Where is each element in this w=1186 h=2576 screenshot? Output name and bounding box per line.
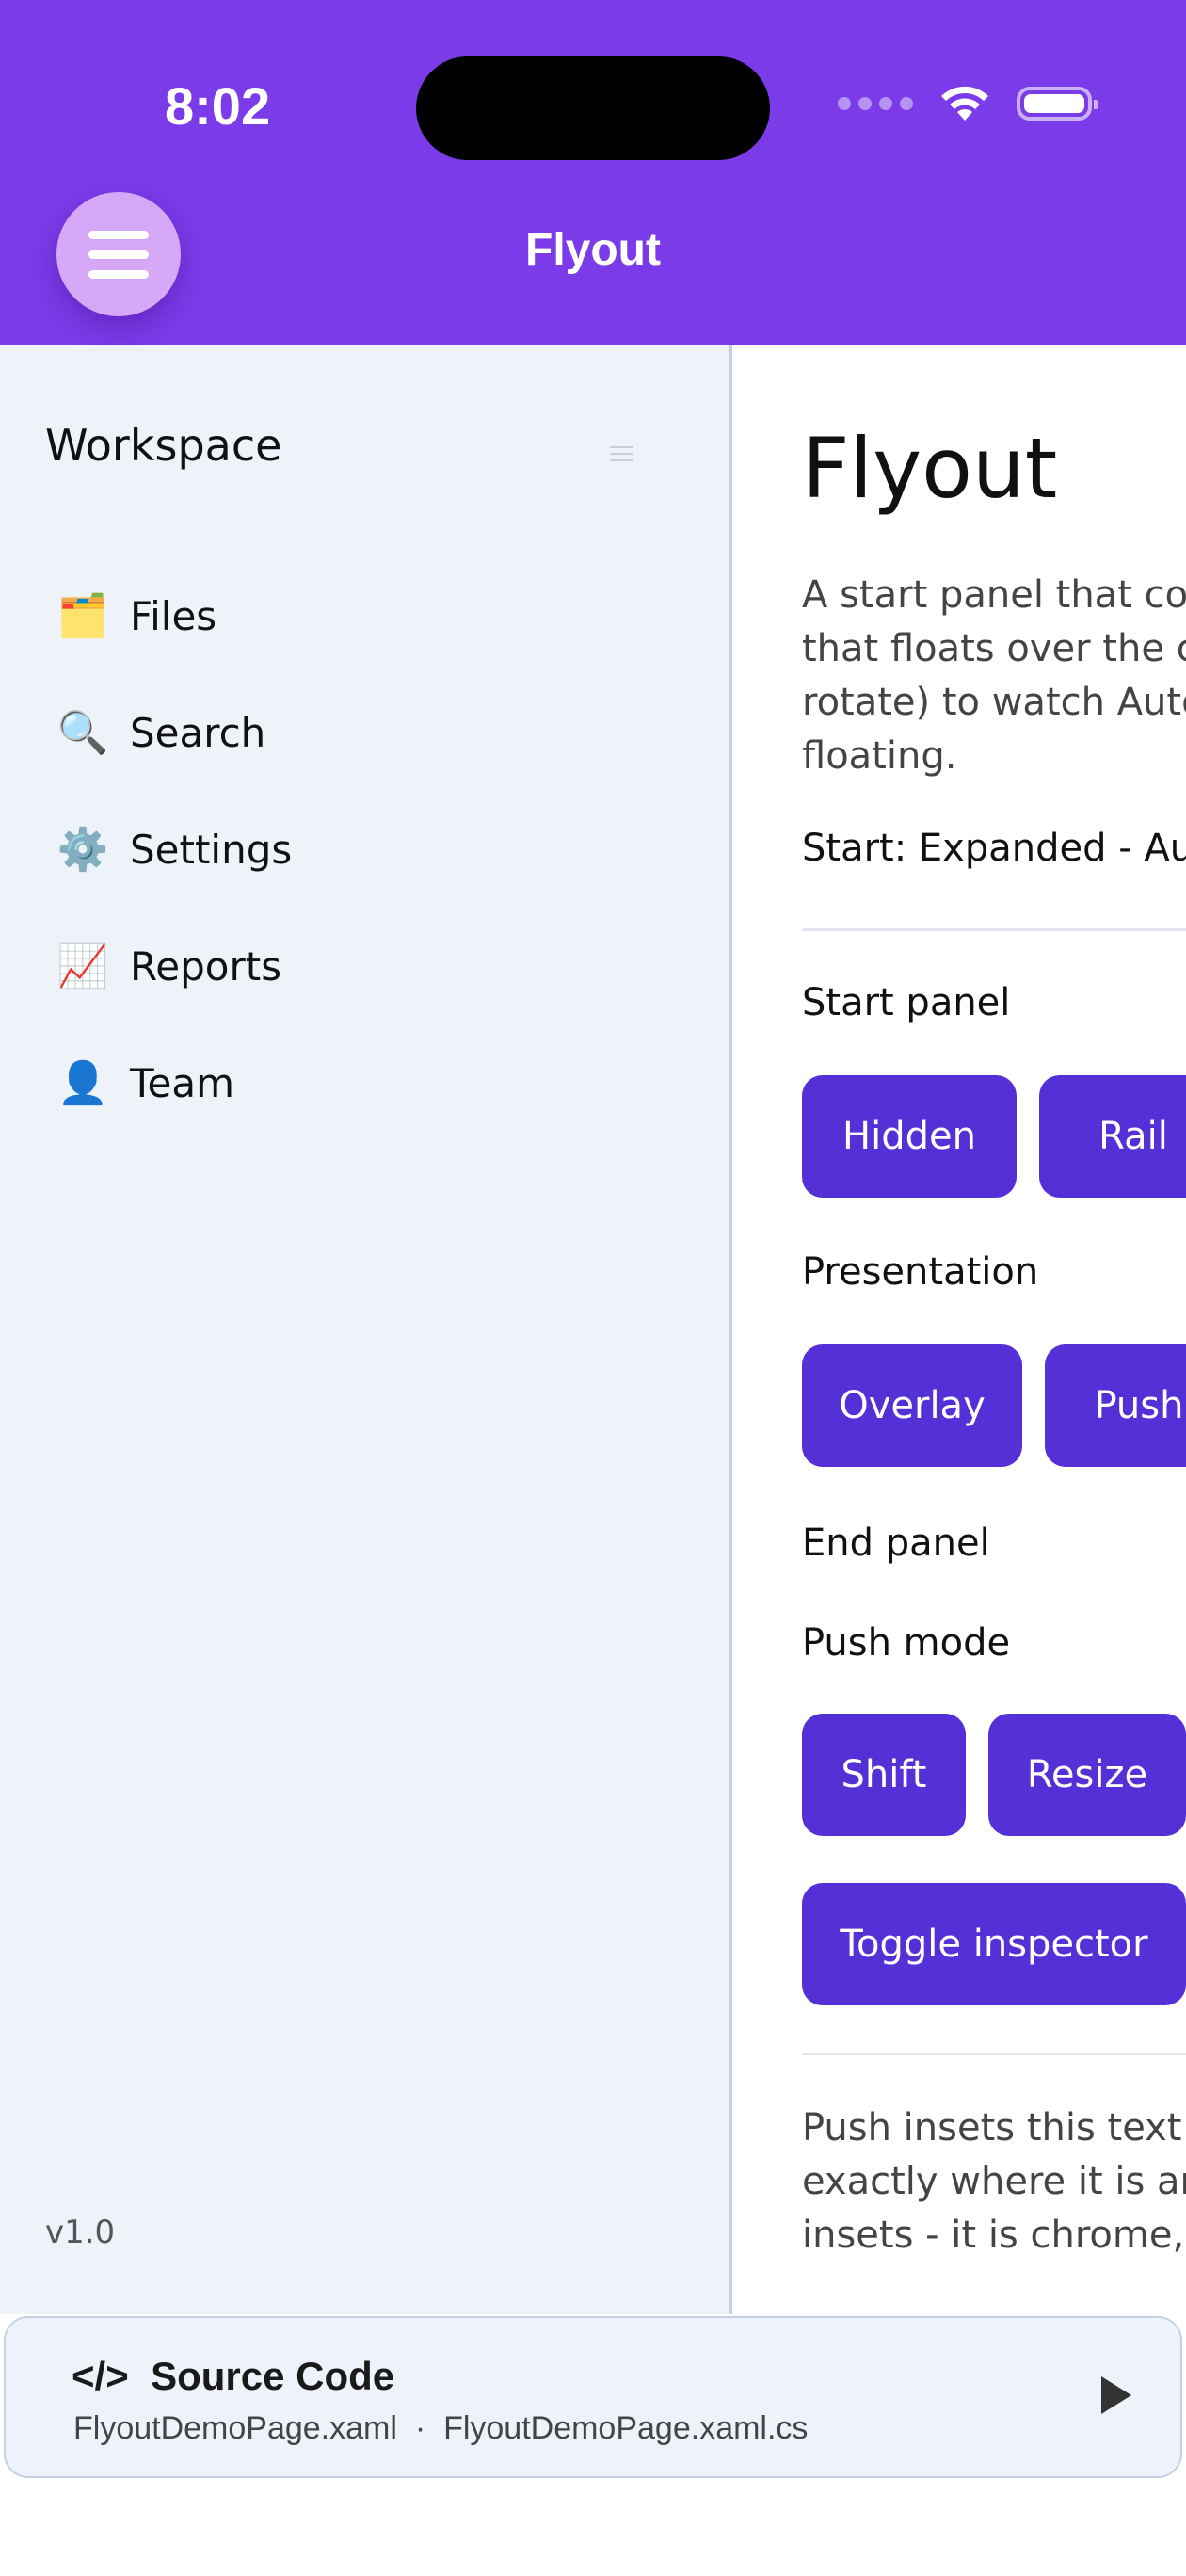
collapse-sidebar-icon[interactable] — [610, 446, 633, 466]
resize-button[interactable]: Resize — [988, 1714, 1186, 1836]
divider — [802, 2053, 1186, 2055]
chart-icon: 📈 — [56, 942, 109, 990]
sidebar-item-files[interactable]: 🗂️ Files — [56, 589, 217, 642]
shift-button[interactable]: Shift — [802, 1714, 966, 1836]
sidebar-item-label: Search — [130, 709, 266, 756]
rail-button[interactable]: Rail — [1039, 1075, 1186, 1198]
sidebar-item-reports[interactable]: 📈 Reports — [56, 940, 282, 992]
source-file-xaml[interactable]: FlyoutDemoPage.xaml — [73, 2410, 397, 2446]
overlay-button[interactable]: Overlay — [802, 1344, 1022, 1467]
footer-line: Push insets this text a — [802, 2106, 1186, 2149]
start-panel-label: Start panel — [802, 981, 1011, 1024]
sidebar-item-team[interactable]: 👤 Team — [56, 1056, 234, 1109]
page-title: Flyout — [802, 420, 1058, 517]
source-code-title: </> Source Code — [72, 2354, 394, 2399]
description-line: A start panel that coll — [802, 573, 1186, 617]
person-icon: 👤 — [56, 1059, 109, 1107]
magnifier-icon: 🔍 — [56, 709, 109, 757]
source-code-bar[interactable]: </> Source Code FlyoutDemoPage.xaml · Fl… — [4, 2316, 1182, 2478]
sidebar-item-label: Team — [130, 1059, 235, 1106]
push-button[interactable]: Push — [1045, 1344, 1186, 1467]
toggle-inspector-button[interactable]: Toggle inspector — [802, 1883, 1186, 2005]
status-icons — [838, 83, 1098, 124]
hidden-button[interactable]: Hidden — [802, 1075, 1017, 1198]
sidebar-item-search[interactable]: 🔍 Search — [56, 706, 266, 759]
footer-line: insets - it is chrome, n — [802, 2214, 1186, 2257]
battery-icon — [1017, 87, 1098, 121]
divider — [802, 928, 1186, 931]
sidebar-item-label: Settings — [130, 826, 293, 873]
footer-description: Push insets this text a exactly where it… — [802, 2101, 1186, 2262]
dynamic-island — [416, 56, 770, 160]
app-header: 8:02 Flyout — [0, 0, 1186, 345]
separator: · — [414, 2410, 426, 2446]
description-line: that floats over the co — [802, 627, 1186, 670]
source-code-label: Source Code — [151, 2354, 395, 2398]
sidebar-title: Workspace — [45, 420, 282, 471]
description: A start panel that coll that floats over… — [802, 569, 1186, 783]
description-line: floating. — [802, 734, 957, 778]
cellular-signal-icon — [838, 97, 913, 110]
state-text: Start: Expanded - Aut — [802, 827, 1186, 870]
wifi-icon — [941, 86, 988, 121]
presentation-label: Presentation — [802, 1250, 1039, 1294]
version-label: v1.0 — [45, 2214, 116, 2251]
sidebar-item-label: Reports — [130, 942, 282, 990]
sidebar-item-settings[interactable]: ⚙️ Settings — [56, 823, 293, 876]
source-file-cs[interactable]: FlyoutDemoPage.xaml.cs — [443, 2410, 808, 2446]
play-icon[interactable] — [1101, 2376, 1131, 2414]
code-icon: </> — [72, 2354, 129, 2398]
main-content: Flyout A start panel that coll that floa… — [732, 345, 1186, 2314]
description-line: rotate) to watch Auto — [802, 681, 1186, 724]
gear-icon: ⚙️ — [56, 826, 109, 874]
status-time: 8:02 — [165, 76, 271, 136]
page-header-title: Flyout — [525, 225, 661, 275]
sidebar-item-label: Files — [130, 592, 217, 639]
footer-line: exactly where it is an — [802, 2160, 1186, 2203]
end-panel-label: End panel — [802, 1521, 990, 1565]
sidebar: Workspace 🗂️ Files 🔍 Search ⚙️ Settings … — [0, 345, 732, 2314]
push-mode-label: Push mode — [802, 1621, 1011, 1665]
source-files: FlyoutDemoPage.xaml · FlyoutDemoPage.xam… — [73, 2410, 808, 2447]
folder-icon: 🗂️ — [56, 592, 109, 640]
